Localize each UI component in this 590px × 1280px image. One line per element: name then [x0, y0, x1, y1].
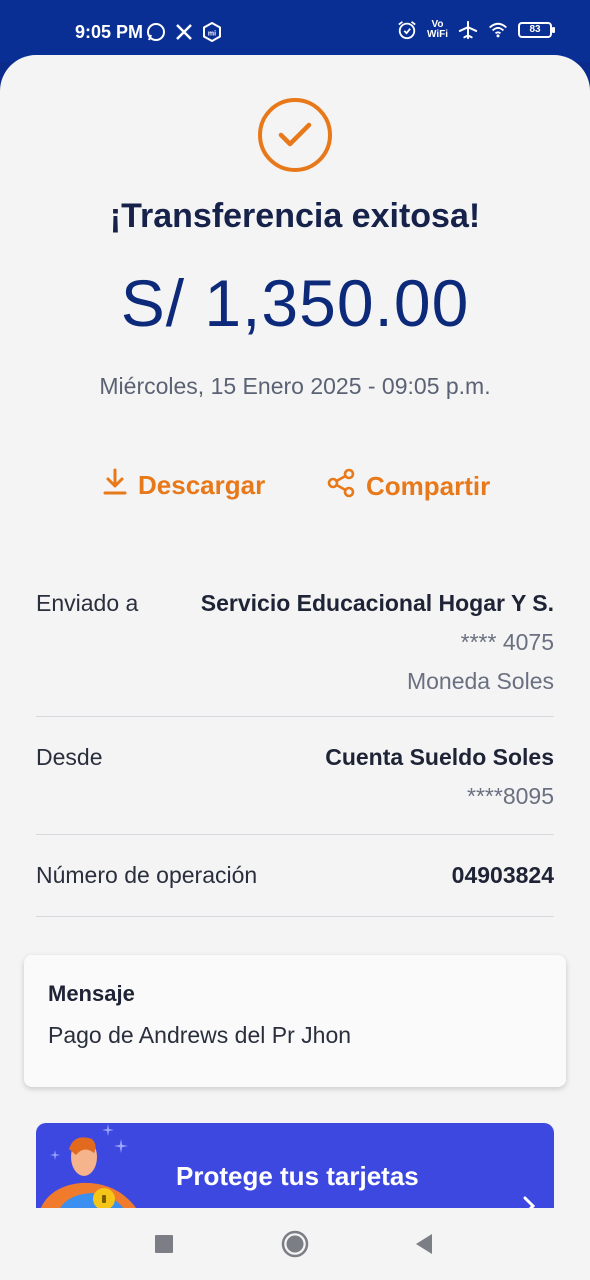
transfer-datetime: Miércoles, 15 Enero 2025 - 09:05 p.m.	[99, 373, 491, 399]
airplane-icon	[458, 20, 478, 40]
recipient-name: Servicio Educacional Hogar Y S.	[200, 590, 554, 616]
from-values: Cuenta Sueldo Soles ****8095	[325, 744, 554, 810]
sent-to-values: Servicio Educacional Hogar Y S. **** 407…	[201, 590, 554, 695]
transfer-amount: S/ 1,350.00	[120, 266, 470, 340]
success-check-icon	[258, 98, 332, 172]
status-left-icons: mi	[146, 22, 222, 42]
recipient-account: **** 4075	[460, 629, 554, 655]
volte-wifi-indicator: Vo WiFi	[427, 20, 448, 40]
whatsapp-icon	[146, 22, 166, 42]
sent-to-label: Enviado a	[36, 590, 139, 616]
promo-text: Protege tus tarjetas	[176, 1161, 419, 1191]
message-text: Pago de Andrews del Pr Jhon	[48, 1022, 352, 1048]
operation-number: 04903824	[451, 862, 554, 888]
message-title: Mensaje	[48, 981, 135, 1006]
share-icon	[326, 468, 356, 505]
status-time: 9:05 PM	[75, 22, 144, 42]
success-title: ¡Transferencia exitosa!	[109, 197, 481, 235]
status-bar: 9:05 PM mi Vo WiFi 83	[0, 0, 590, 62]
battery-indicator: 83	[518, 22, 555, 38]
status-right-icons: Vo WiFi 83	[397, 20, 555, 40]
navigation-bar	[0, 1208, 590, 1280]
home-button[interactable]	[281, 1230, 309, 1263]
share-label: Compartir	[366, 471, 491, 501]
promo-banner[interactable]: Protege tus tarjetas	[36, 1123, 554, 1215]
sent-to-row: Enviado a Servicio Educacional Hogar Y S…	[36, 590, 554, 700]
back-button[interactable]	[414, 1233, 434, 1260]
wifi-icon	[488, 20, 508, 40]
recipient-currency: Moneda Soles	[406, 668, 554, 694]
download-icon	[102, 468, 128, 503]
from-row: Desde Cuenta Sueldo Soles ****8095	[36, 744, 554, 814]
divider	[36, 716, 554, 717]
operation-label: Número de operación	[36, 862, 258, 888]
x-icon	[174, 22, 194, 42]
share-button[interactable]: Compartir	[326, 468, 490, 505]
superhero-illustration	[36, 1135, 156, 1215]
from-label: Desde	[36, 744, 103, 770]
source-account-number: ****8095	[467, 783, 554, 809]
mi-icon: mi	[202, 22, 222, 42]
volte-bottom: WiFi	[426, 29, 448, 40]
source-account-name: Cuenta Sueldo Soles	[325, 744, 554, 770]
operation-row: Número de operación 04903824	[36, 862, 554, 898]
svg-text:mi: mi	[208, 31, 216, 38]
download-button[interactable]: Descargar	[102, 468, 265, 503]
receipt-sheet: ¡Transferencia exitosa! S/ 1,350.00 Miér…	[0, 55, 590, 1215]
message-card: Mensaje Pago de Andrews del Pr Jhon	[24, 955, 566, 1087]
operation-values: 04903824	[452, 862, 554, 889]
divider	[36, 916, 554, 917]
alarm-icon	[397, 20, 417, 40]
recents-button[interactable]	[154, 1234, 174, 1259]
download-label: Descargar	[138, 470, 266, 500]
divider	[36, 834, 554, 835]
